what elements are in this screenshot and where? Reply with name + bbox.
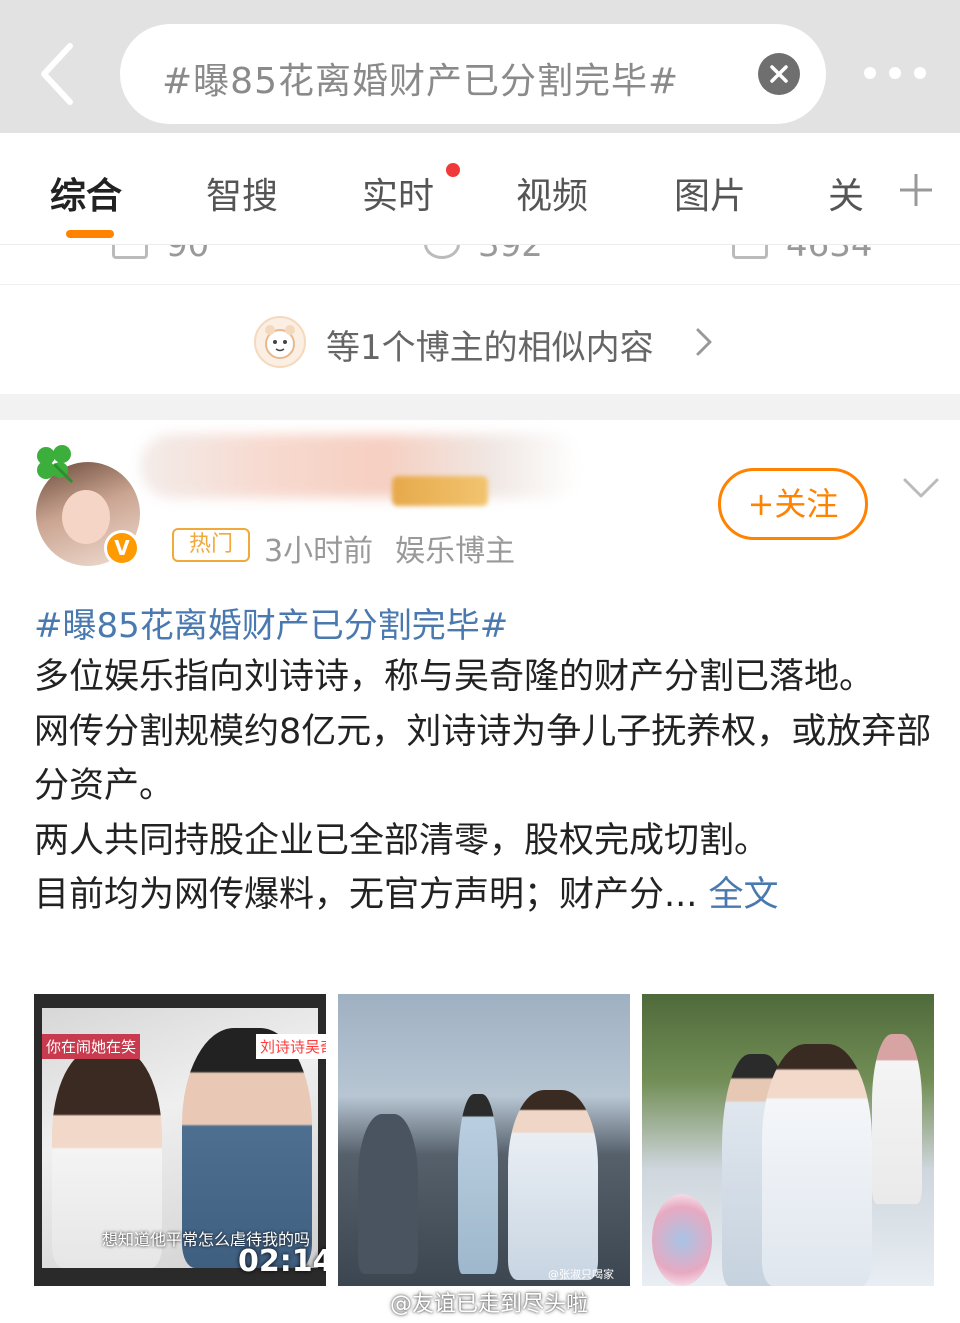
back-arrow-icon[interactable] — [30, 38, 90, 110]
topic-hashtag-link[interactable]: #曝85花离婚财产已分割完毕# — [34, 598, 508, 647]
comment-icon[interactable] — [424, 245, 460, 259]
chevron-down-icon[interactable] — [902, 476, 940, 500]
weibo-post: V 热门 3小时前 娱乐博主 +关注 #曝85花离婚财产已分割完毕# 多位娱乐指向… — [0, 420, 960, 1323]
previous-post-actions: 90 392 4634 — [0, 245, 960, 285]
weibo-watermark: @友谊已走到尽头啦 — [390, 1292, 589, 1317]
comment-count: 392 — [478, 245, 543, 265]
bride-figure — [762, 1044, 872, 1286]
bridesmaid-figure — [872, 1034, 922, 1204]
full-text-link[interactable]: 全文 — [709, 875, 779, 915]
verified-badge-icon: V — [104, 530, 140, 566]
mascot-icon — [254, 316, 306, 368]
member-rank-badge — [392, 476, 488, 506]
hot-tag: 热门 — [172, 528, 250, 562]
author-category: 娱乐博主 — [395, 534, 516, 569]
flower-decoration — [652, 1194, 712, 1286]
section-divider — [0, 394, 960, 420]
username-blurred[interactable] — [140, 434, 580, 498]
post-paragraph-last: 目前均为网传爆料，无官方声明；财产分... 全文 — [34, 868, 934, 923]
video-caption-left: 你在闹她在笑 — [42, 1034, 141, 1059]
like-count: 4634 — [786, 245, 873, 265]
video-thumbnail[interactable]: 你在闹她在笑 刘诗诗吴奇 想知道他平常怎么虐待我的吗 02:14 — [34, 994, 326, 1286]
tab-comprehensive[interactable]: 综合 — [50, 167, 122, 219]
more-options-icon[interactable] — [860, 58, 930, 88]
tab-realtime[interactable]: 实时 — [362, 167, 434, 219]
add-tab-icon[interactable] — [898, 172, 934, 208]
image-watermark: @张淑只喝家 — [548, 1268, 614, 1281]
guest-figure — [358, 1114, 418, 1274]
post-paragraph-truncated: 目前均为网传爆料，无官方声明；财产分... — [34, 875, 698, 915]
video-duration: 02:14 — [238, 1244, 326, 1279]
avatar-face — [62, 490, 110, 544]
search-query-text: #曝85花离婚财产已分割完毕# — [162, 61, 680, 102]
tab-smart-search[interactable]: 智搜 — [206, 167, 278, 219]
notification-dot — [446, 163, 460, 177]
active-tab-indicator — [66, 230, 114, 238]
search-input[interactable]: #曝85花离婚财产已分割完毕# — [120, 24, 826, 124]
bride-figure — [508, 1090, 598, 1280]
search-tabs: 综合 智搜 实时 视频 图片 关 — [0, 133, 960, 245]
follow-button[interactable]: +关注 — [718, 468, 868, 540]
post-paragraph: 网传分割规模约8亿元，刘诗诗为争儿子抚养权，或放弃部分资产。 — [34, 711, 932, 807]
forward-icon[interactable] — [112, 245, 148, 259]
post-image-wedding-garden[interactable] — [642, 994, 934, 1286]
groom-figure — [458, 1094, 498, 1274]
clear-icon[interactable] — [758, 53, 800, 95]
similar-content-row[interactable]: 等1个博主的相似内容 — [0, 286, 960, 394]
chevron-right-icon — [692, 324, 716, 360]
post-time: 3小时前 — [264, 534, 374, 569]
post-meta: 3小时前 娱乐博主 — [264, 526, 515, 570]
post-paragraph: 多位娱乐指向刘诗诗，称与吴奇隆的财产分割已落地。 — [34, 657, 875, 697]
clover-pendant-icon — [32, 442, 78, 484]
like-icon[interactable] — [732, 245, 768, 259]
post-body: 多位娱乐指向刘诗诗，称与吴奇隆的财产分割已落地。 网传分割规模约8亿元，刘诗诗为… — [34, 650, 934, 923]
tab-follow[interactable]: 关 — [828, 167, 864, 219]
top-search-bar: #曝85花离婚财产已分割完毕# — [0, 0, 960, 133]
video-caption-right: 刘诗诗吴奇 — [256, 1034, 326, 1059]
tab-video[interactable]: 视频 — [516, 167, 588, 219]
weibo-logo-icon — [358, 1292, 385, 1312]
forward-count: 90 — [166, 245, 210, 265]
post-image-wedding-beach[interactable]: @张淑只喝家 — [338, 994, 630, 1286]
similar-content-label: 等1个博主的相似内容 — [326, 328, 654, 368]
post-paragraph: 两人共同持股企业已全部清零，股权完成切割。 — [34, 820, 770, 861]
tab-images[interactable]: 图片 — [674, 167, 746, 219]
